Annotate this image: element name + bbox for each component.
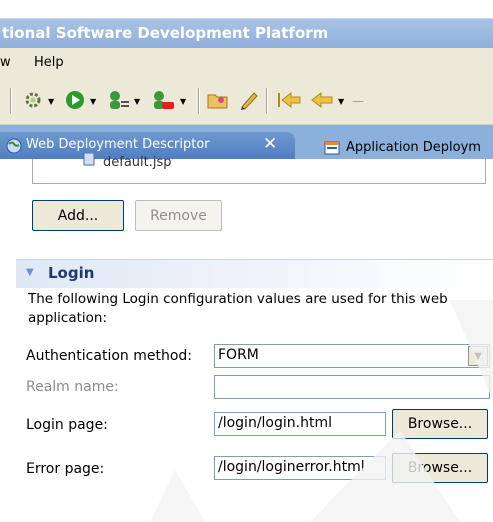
editor-tab-row: Web Deployment Descriptor ✕ Application …	[0, 125, 493, 159]
section-description: The following Login configuration values…	[28, 291, 448, 326]
globe-icon	[6, 138, 22, 154]
back-nav-icon[interactable]	[276, 88, 302, 112]
forward-arrow-icon[interactable]: —	[352, 94, 364, 108]
run-icon[interactable]	[64, 88, 86, 112]
remove-button[interactable]: Remove	[135, 200, 222, 231]
back-arrow-icon[interactable]	[310, 88, 334, 112]
debug-user-icon[interactable]	[106, 88, 130, 112]
menu-window[interactable]: w	[0, 55, 11, 70]
login-page-label: Login page:	[26, 417, 108, 433]
toolbar-separator	[266, 88, 268, 114]
close-icon[interactable]: ✕	[263, 134, 277, 154]
menu-bar: w Help	[0, 48, 493, 78]
tab-application-deployment[interactable]: Application Deploym	[318, 135, 493, 159]
login-page-value: /login/login.html	[218, 415, 332, 431]
chevron-down-icon[interactable]: ▼	[48, 97, 54, 106]
server-icon[interactable]	[150, 88, 176, 112]
welcome-file-list[interactable]: default.jsp	[32, 153, 486, 184]
realm-name-field[interactable]	[214, 375, 490, 399]
auth-method-label: Authentication method:	[26, 348, 193, 364]
chevron-down-icon[interactable]: ▼	[338, 97, 344, 106]
open-folder-icon[interactable]	[206, 88, 230, 112]
error-page-value: /login/loginerror.html	[218, 459, 365, 475]
application-icon	[324, 141, 340, 155]
chevron-down-icon[interactable]: ▼	[90, 97, 96, 106]
tab-label: Application Deploym	[346, 140, 481, 155]
section-title: Login	[48, 264, 95, 282]
toolbar-separator	[10, 88, 12, 114]
login-section-header[interactable]: ▼ Login	[16, 259, 493, 288]
error-page-field[interactable]: /login/loginerror.html	[214, 456, 386, 480]
chevron-down-icon[interactable]: ▼	[180, 97, 186, 106]
auth-method-value: FORM	[218, 347, 259, 363]
add-button[interactable]: Add...	[32, 200, 124, 231]
app-window: tional Software Development Platform w H…	[0, 0, 493, 522]
pencil-icon[interactable]	[238, 88, 260, 112]
chevron-down-icon[interactable]: ▼	[468, 346, 488, 366]
file-icon	[83, 153, 95, 166]
window-title: tional Software Development Platform	[2, 24, 329, 42]
browse-error-button[interactable]: Browse...	[392, 453, 488, 483]
collapse-triangle-icon[interactable]: ▼	[26, 267, 34, 278]
toolbar-separator	[198, 88, 200, 114]
editor-body: default.jsp Add... Remove ▼ Login The fo…	[0, 153, 493, 522]
toolbar: ▼ ▼ ▼ ▼ ▼ —	[0, 78, 493, 125]
tab-label: Web Deployment Descriptor	[26, 137, 210, 152]
chevron-down-icon[interactable]: ▼	[134, 97, 140, 106]
settings-gear-icon[interactable]	[22, 88, 44, 112]
error-page-label: Error page:	[26, 461, 105, 477]
browse-login-button[interactable]: Browse...	[392, 409, 488, 439]
menu-help[interactable]: Help	[34, 55, 64, 70]
list-item[interactable]: default.jsp	[103, 155, 172, 170]
login-page-field[interactable]: /login/login.html	[214, 412, 386, 436]
title-bar: tional Software Development Platform	[0, 18, 493, 49]
realm-name-label: Realm name:	[26, 379, 119, 395]
auth-method-select[interactable]: FORM ▼	[214, 344, 490, 368]
